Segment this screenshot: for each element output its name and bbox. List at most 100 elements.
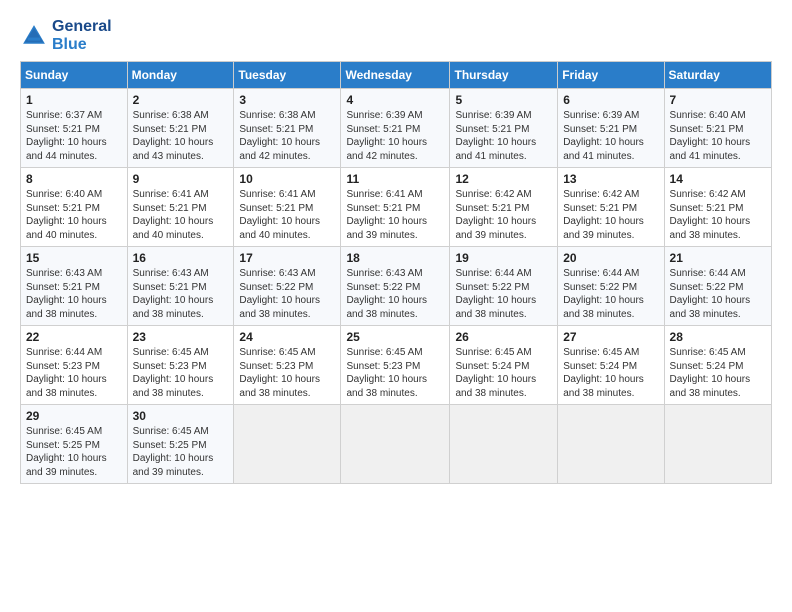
calendar-cell: 4 Sunrise: 6:39 AM Sunset: 5:21 PM Dayli… — [341, 89, 450, 168]
day-info: Sunrise: 6:42 AM Sunset: 5:21 PM Dayligh… — [563, 188, 658, 242]
day-info: Sunrise: 6:44 AM Sunset: 5:22 PM Dayligh… — [455, 267, 552, 321]
calendar-cell: 8 Sunrise: 6:40 AM Sunset: 5:21 PM Dayli… — [21, 168, 128, 247]
logo-icon — [20, 22, 48, 50]
day-info: Sunrise: 6:37 AM Sunset: 5:21 PM Dayligh… — [26, 109, 122, 163]
calendar-cell: 24 Sunrise: 6:45 AM Sunset: 5:23 PM Dayl… — [234, 326, 341, 405]
col-saturday: Saturday — [664, 62, 771, 89]
day-info: Sunrise: 6:45 AM Sunset: 5:24 PM Dayligh… — [563, 346, 658, 400]
day-info: Sunrise: 6:39 AM Sunset: 5:21 PM Dayligh… — [455, 109, 552, 163]
day-number: 15 — [26, 251, 122, 265]
day-number: 21 — [670, 251, 766, 265]
day-number: 25 — [346, 330, 444, 344]
calendar-body: 1 Sunrise: 6:37 AM Sunset: 5:21 PM Dayli… — [21, 89, 772, 484]
logo-text: General Blue — [52, 18, 112, 53]
calendar-cell: 13 Sunrise: 6:42 AM Sunset: 5:21 PM Dayl… — [558, 168, 664, 247]
logo: General Blue — [20, 18, 112, 53]
day-number: 14 — [670, 172, 766, 186]
day-number: 20 — [563, 251, 658, 265]
header: General Blue — [20, 18, 772, 53]
col-sunday: Sunday — [21, 62, 128, 89]
calendar-cell: 27 Sunrise: 6:45 AM Sunset: 5:24 PM Dayl… — [558, 326, 664, 405]
col-thursday: Thursday — [450, 62, 558, 89]
day-number: 16 — [133, 251, 229, 265]
day-number: 12 — [455, 172, 552, 186]
day-info: Sunrise: 6:45 AM Sunset: 5:25 PM Dayligh… — [26, 425, 122, 479]
day-info: Sunrise: 6:45 AM Sunset: 5:23 PM Dayligh… — [133, 346, 229, 400]
day-number: 28 — [670, 330, 766, 344]
calendar-cell: 17 Sunrise: 6:43 AM Sunset: 5:22 PM Dayl… — [234, 247, 341, 326]
day-number: 17 — [239, 251, 335, 265]
day-number: 3 — [239, 93, 335, 107]
calendar-header: Sunday Monday Tuesday Wednesday Thursday… — [21, 62, 772, 89]
calendar-cell: 16 Sunrise: 6:43 AM Sunset: 5:21 PM Dayl… — [127, 247, 234, 326]
calendar-cell: 12 Sunrise: 6:42 AM Sunset: 5:21 PM Dayl… — [450, 168, 558, 247]
calendar-cell: 19 Sunrise: 6:44 AM Sunset: 5:22 PM Dayl… — [450, 247, 558, 326]
day-info: Sunrise: 6:43 AM Sunset: 5:21 PM Dayligh… — [26, 267, 122, 321]
calendar-cell — [450, 405, 558, 484]
day-info: Sunrise: 6:43 AM Sunset: 5:22 PM Dayligh… — [239, 267, 335, 321]
calendar-table: Sunday Monday Tuesday Wednesday Thursday… — [20, 61, 772, 484]
day-number: 13 — [563, 172, 658, 186]
calendar-cell: 14 Sunrise: 6:42 AM Sunset: 5:21 PM Dayl… — [664, 168, 771, 247]
day-number: 29 — [26, 409, 122, 423]
day-number: 18 — [346, 251, 444, 265]
col-monday: Monday — [127, 62, 234, 89]
day-number: 11 — [346, 172, 444, 186]
day-number: 2 — [133, 93, 229, 107]
calendar-week-1: 1 Sunrise: 6:37 AM Sunset: 5:21 PM Dayli… — [21, 89, 772, 168]
day-number: 24 — [239, 330, 335, 344]
day-number: 27 — [563, 330, 658, 344]
calendar-cell: 5 Sunrise: 6:39 AM Sunset: 5:21 PM Dayli… — [450, 89, 558, 168]
calendar-cell — [341, 405, 450, 484]
day-number: 5 — [455, 93, 552, 107]
calendar-week-2: 8 Sunrise: 6:40 AM Sunset: 5:21 PM Dayli… — [21, 168, 772, 247]
day-number: 6 — [563, 93, 658, 107]
calendar-week-5: 29 Sunrise: 6:45 AM Sunset: 5:25 PM Dayl… — [21, 405, 772, 484]
calendar-cell: 2 Sunrise: 6:38 AM Sunset: 5:21 PM Dayli… — [127, 89, 234, 168]
day-info: Sunrise: 6:43 AM Sunset: 5:21 PM Dayligh… — [133, 267, 229, 321]
calendar-cell — [664, 405, 771, 484]
calendar-cell: 15 Sunrise: 6:43 AM Sunset: 5:21 PM Dayl… — [21, 247, 128, 326]
calendar-week-3: 15 Sunrise: 6:43 AM Sunset: 5:21 PM Dayl… — [21, 247, 772, 326]
calendar-cell: 28 Sunrise: 6:45 AM Sunset: 5:24 PM Dayl… — [664, 326, 771, 405]
day-info: Sunrise: 6:39 AM Sunset: 5:21 PM Dayligh… — [346, 109, 444, 163]
weekday-row: Sunday Monday Tuesday Wednesday Thursday… — [21, 62, 772, 89]
calendar-cell: 6 Sunrise: 6:39 AM Sunset: 5:21 PM Dayli… — [558, 89, 664, 168]
calendar-cell: 22 Sunrise: 6:44 AM Sunset: 5:23 PM Dayl… — [21, 326, 128, 405]
calendar-cell: 9 Sunrise: 6:41 AM Sunset: 5:21 PM Dayli… — [127, 168, 234, 247]
calendar-cell: 21 Sunrise: 6:44 AM Sunset: 5:22 PM Dayl… — [664, 247, 771, 326]
calendar-cell: 30 Sunrise: 6:45 AM Sunset: 5:25 PM Dayl… — [127, 405, 234, 484]
col-tuesday: Tuesday — [234, 62, 341, 89]
day-info: Sunrise: 6:42 AM Sunset: 5:21 PM Dayligh… — [455, 188, 552, 242]
day-number: 19 — [455, 251, 552, 265]
day-info: Sunrise: 6:41 AM Sunset: 5:21 PM Dayligh… — [133, 188, 229, 242]
day-info: Sunrise: 6:42 AM Sunset: 5:21 PM Dayligh… — [670, 188, 766, 242]
day-info: Sunrise: 6:45 AM Sunset: 5:25 PM Dayligh… — [133, 425, 229, 479]
day-info: Sunrise: 6:45 AM Sunset: 5:24 PM Dayligh… — [670, 346, 766, 400]
day-info: Sunrise: 6:44 AM Sunset: 5:22 PM Dayligh… — [563, 267, 658, 321]
calendar-cell: 25 Sunrise: 6:45 AM Sunset: 5:23 PM Dayl… — [341, 326, 450, 405]
day-info: Sunrise: 6:44 AM Sunset: 5:22 PM Dayligh… — [670, 267, 766, 321]
calendar-cell: 3 Sunrise: 6:38 AM Sunset: 5:21 PM Dayli… — [234, 89, 341, 168]
day-info: Sunrise: 6:45 AM Sunset: 5:23 PM Dayligh… — [239, 346, 335, 400]
day-info: Sunrise: 6:40 AM Sunset: 5:21 PM Dayligh… — [670, 109, 766, 163]
day-info: Sunrise: 6:38 AM Sunset: 5:21 PM Dayligh… — [133, 109, 229, 163]
calendar-cell: 23 Sunrise: 6:45 AM Sunset: 5:23 PM Dayl… — [127, 326, 234, 405]
calendar-week-4: 22 Sunrise: 6:44 AM Sunset: 5:23 PM Dayl… — [21, 326, 772, 405]
day-number: 8 — [26, 172, 122, 186]
col-friday: Friday — [558, 62, 664, 89]
day-info: Sunrise: 6:39 AM Sunset: 5:21 PM Dayligh… — [563, 109, 658, 163]
day-number: 26 — [455, 330, 552, 344]
day-number: 23 — [133, 330, 229, 344]
day-number: 7 — [670, 93, 766, 107]
day-number: 22 — [26, 330, 122, 344]
day-info: Sunrise: 6:43 AM Sunset: 5:22 PM Dayligh… — [346, 267, 444, 321]
calendar-cell: 29 Sunrise: 6:45 AM Sunset: 5:25 PM Dayl… — [21, 405, 128, 484]
calendar-cell: 7 Sunrise: 6:40 AM Sunset: 5:21 PM Dayli… — [664, 89, 771, 168]
day-info: Sunrise: 6:44 AM Sunset: 5:23 PM Dayligh… — [26, 346, 122, 400]
calendar-cell: 18 Sunrise: 6:43 AM Sunset: 5:22 PM Dayl… — [341, 247, 450, 326]
day-number: 10 — [239, 172, 335, 186]
day-number: 9 — [133, 172, 229, 186]
calendar-cell: 1 Sunrise: 6:37 AM Sunset: 5:21 PM Dayli… — [21, 89, 128, 168]
day-info: Sunrise: 6:45 AM Sunset: 5:23 PM Dayligh… — [346, 346, 444, 400]
